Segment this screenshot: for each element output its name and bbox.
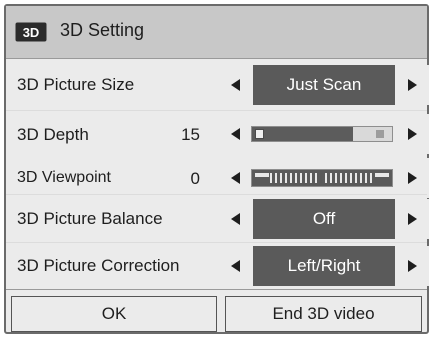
balance-next-button[interactable] (395, 199, 429, 239)
dialog-footer: OK End 3D video (6, 289, 427, 333)
depth-value: 15 (181, 125, 200, 144)
picture-size-label: 3D Picture Size (17, 75, 135, 94)
correction-label: 3D Picture Correction (17, 256, 180, 275)
right-arrow-icon (408, 260, 417, 272)
dialog-title: 3D Setting (60, 20, 145, 40)
picture-size-prev-button[interactable] (219, 65, 253, 105)
picture-size-row[interactable]: 3D Picture Size Just Scan (6, 62, 429, 108)
depth-slider[interactable] (251, 126, 393, 142)
viewpoint-decrease-button[interactable] (219, 158, 253, 198)
balance-selector[interactable]: Off (219, 199, 429, 239)
cube-icon (376, 130, 384, 138)
dialog-header: 3D 3D Setting (6, 6, 427, 59)
balance-row[interactable]: 3D Picture Balance Off (6, 196, 429, 242)
viewpoint-center-marker (320, 170, 324, 186)
right-arrow-icon (408, 79, 417, 91)
depth-increase-button[interactable] (395, 114, 429, 154)
depth-row[interactable]: 3D Depth 15 (6, 112, 429, 158)
balance-label: 3D Picture Balance (17, 209, 163, 228)
picture-size-next-button[interactable] (395, 65, 429, 105)
left-arrow-icon (231, 128, 240, 140)
correction-next-button[interactable] (395, 246, 429, 286)
row-divider (6, 194, 427, 195)
3d-icon: 3D (15, 22, 47, 42)
picture-size-value: Just Scan (253, 65, 395, 105)
picture-size-selector[interactable]: Just Scan (219, 65, 429, 105)
balance-value: Off (253, 199, 395, 239)
left-arrow-icon (231, 79, 240, 91)
correction-row[interactable]: 3D Picture Correction Left/Right (6, 243, 429, 289)
3d-setting-dialog: 3D 3D Setting 3D Picture Size Just Scan … (4, 4, 429, 334)
viewpoint-value: 0 (190, 169, 200, 188)
end-3d-video-button[interactable]: End 3D video (225, 296, 422, 332)
left-arrow-icon (231, 172, 240, 184)
correction-selector[interactable]: Left/Right (219, 246, 429, 286)
viewpoint-right-end (375, 173, 389, 177)
viewpoint-left-end (255, 173, 269, 177)
row-divider (6, 110, 427, 111)
left-arrow-icon (231, 213, 240, 225)
viewpoint-slider[interactable] (251, 169, 393, 187)
correction-value: Left/Right (253, 246, 395, 286)
viewpoint-label: 3D Viewpoint (17, 169, 111, 186)
right-arrow-icon (408, 213, 417, 225)
correction-prev-button[interactable] (219, 246, 253, 286)
ok-button[interactable]: OK (11, 296, 217, 332)
right-arrow-icon (408, 172, 417, 184)
balance-prev-button[interactable] (219, 199, 253, 239)
depth-decrease-button[interactable] (219, 114, 253, 154)
svg-text:3D: 3D (23, 25, 40, 40)
depth-slider-thumb[interactable] (255, 129, 264, 139)
right-arrow-icon (408, 128, 417, 140)
viewpoint-increase-button[interactable] (395, 158, 429, 198)
depth-label: 3D Depth (17, 125, 89, 144)
depth-slider-fill (252, 127, 353, 141)
left-arrow-icon (231, 260, 240, 272)
